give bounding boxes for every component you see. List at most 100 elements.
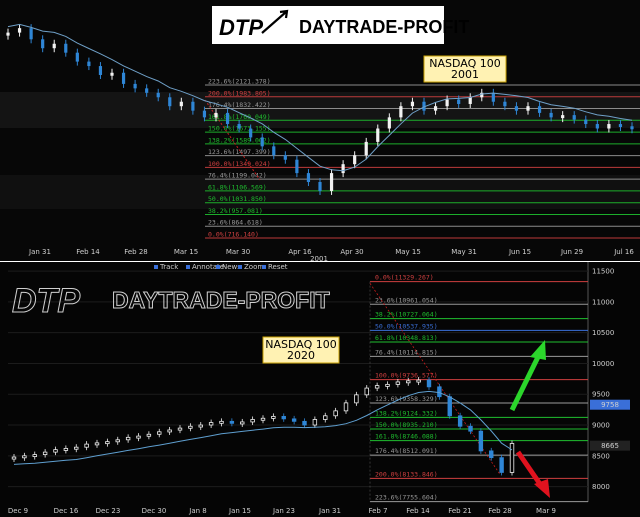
price-tag-label: 9758 — [601, 401, 619, 409]
x-tick-label: Apr 30 — [340, 248, 363, 256]
x-tick-label: Jan 15 — [228, 507, 251, 515]
candle-body — [630, 126, 634, 130]
candle-body — [445, 99, 449, 107]
candle-body — [306, 173, 311, 183]
candle-body — [447, 396, 452, 417]
candle-body — [514, 106, 519, 111]
fib-level-label: 23.6%(10961.054) — [375, 296, 438, 304]
fib-level-label: 50.0%(10537.935) — [375, 322, 438, 330]
y-tick-label: 10500 — [592, 329, 614, 337]
candle-body — [468, 97, 472, 104]
candle-body — [188, 425, 193, 429]
candle-body — [214, 112, 218, 118]
chart-title-line: 2020 — [287, 349, 315, 362]
candle-body — [491, 92, 495, 102]
candle-body — [75, 52, 79, 62]
candle-body — [237, 124, 241, 129]
candle-body — [457, 99, 461, 104]
fib-level-label: 0.0%(11329.267) — [375, 274, 434, 282]
candle-body — [410, 101, 415, 107]
candle-body — [74, 446, 79, 450]
x-tick-label: Feb 28 — [488, 507, 512, 515]
legend-marker — [238, 265, 242, 269]
x-tick-label: May 15 — [395, 248, 421, 256]
candle-body — [295, 159, 299, 174]
candle-body — [283, 155, 287, 160]
candle-body — [499, 457, 504, 473]
candle-body — [52, 43, 56, 49]
candle-body — [63, 448, 69, 451]
legend-entry: Reset — [268, 263, 288, 271]
candle-body — [618, 124, 623, 128]
fib-level-label: 38.2%(957.081) — [208, 207, 263, 215]
candle-body — [437, 386, 442, 398]
fib-level-label: 150.0%(8935.210) — [375, 421, 438, 429]
legend-entry: Track — [159, 263, 179, 271]
candle-body — [503, 101, 507, 107]
candle-body — [399, 106, 403, 118]
candle-body — [22, 455, 27, 459]
candle-body — [250, 419, 255, 423]
fib-level-label: 0.0%(716.140) — [208, 231, 259, 239]
fib-level-label: 223.6%(2121.378) — [208, 78, 271, 86]
price-tag-label: 8665 — [601, 442, 619, 450]
brand-watermark-mark: DTP — [12, 282, 80, 320]
fib-level-label: 23.6%(864.618) — [208, 219, 263, 227]
candle-body — [364, 387, 369, 396]
brand-name: DAYTRADE-PROFIT — [299, 17, 469, 37]
candle-body — [84, 443, 89, 448]
x-tick-label: Mar 30 — [226, 248, 250, 256]
fib-level-label: 176.4%(1832.422) — [208, 101, 271, 109]
candle-body — [607, 124, 611, 129]
candle-body — [177, 427, 183, 431]
candle-body — [329, 173, 334, 191]
candle-body — [426, 379, 432, 388]
candle-body — [136, 435, 141, 439]
candle-body — [468, 425, 473, 432]
shaded-band — [0, 92, 640, 128]
y-tick-label: 9000 — [592, 422, 610, 430]
x-tick-label: Jan 23 — [272, 507, 295, 515]
x-tick-label: Jul 16 — [613, 248, 634, 256]
candle-body — [561, 115, 565, 119]
candle-body — [364, 141, 368, 156]
x-tick-label: Jun 15 — [508, 248, 531, 256]
candle-body — [53, 449, 58, 453]
x-tick-label: Feb 7 — [368, 507, 387, 515]
candle-body — [260, 417, 266, 421]
candle-body — [145, 88, 149, 93]
fib-level-label: 223.6%(7755.604) — [375, 494, 438, 502]
fib-level-label: 61.8%(1106.569) — [208, 183, 267, 191]
candle-body — [11, 456, 17, 460]
candle-body — [110, 72, 114, 76]
x-tick-label: Apr 16 — [288, 248, 312, 256]
fib-level-label: 100.0%(9736.577) — [375, 372, 438, 380]
candle-body — [323, 415, 328, 420]
candle-body — [333, 410, 338, 417]
candle-body — [341, 164, 345, 174]
candle-body — [595, 124, 599, 129]
chart-2001-canvas: 223.6%(2121.378) 200.0%(1983.805) 176.4%(1… — [0, 0, 640, 262]
x-tick-label: Feb 14 — [406, 507, 430, 515]
fib-level-label: 76.4%(10114.815) — [375, 348, 438, 356]
candle-body — [537, 106, 542, 113]
candle-body — [98, 66, 103, 75]
x-tick-label: Mar 15 — [174, 248, 198, 256]
candle-body — [387, 117, 391, 129]
candle-body — [133, 83, 137, 89]
candle-body — [168, 97, 172, 107]
fib-level-label: 200.0%(1983.805) — [208, 89, 271, 97]
x-tick-label: Dec 23 — [96, 507, 121, 515]
x-tick-label: Feb 21 — [448, 507, 472, 515]
legend-marker — [154, 265, 158, 269]
x-tick-label: Jan 8 — [188, 507, 206, 515]
x-tick-label: Feb 14 — [76, 248, 100, 256]
candle-body — [353, 155, 357, 165]
candle-body — [489, 450, 494, 459]
candle-body — [105, 441, 110, 445]
candle-body — [478, 430, 484, 452]
candle-body — [374, 385, 380, 389]
y-tick-label: 8500 — [592, 452, 610, 460]
x-tick-label: Dec 9 — [8, 507, 28, 515]
candle-body — [416, 379, 421, 383]
